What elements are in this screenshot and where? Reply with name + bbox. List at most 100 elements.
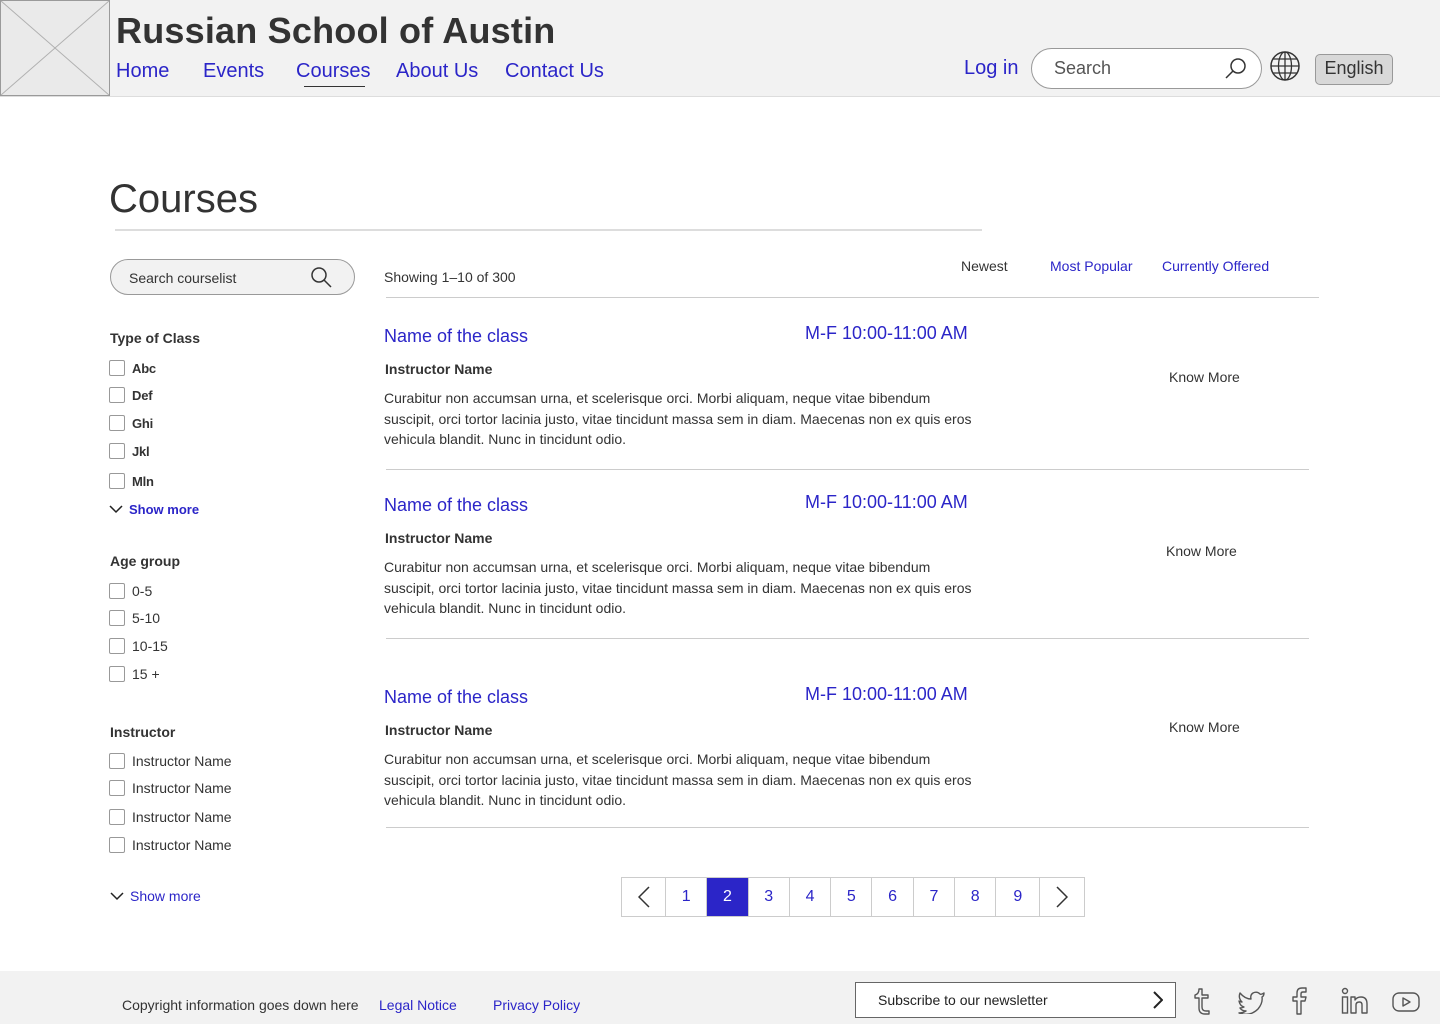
listing-divider — [386, 297, 1319, 298]
course-description: Curabitur non accumsan urna, et sceleris… — [384, 559, 972, 616]
pagination-page[interactable]: 7 — [913, 878, 956, 916]
course-time: M-F 10:00-11:00 AM — [805, 492, 968, 512]
logo-placeholder[interactable] — [0, 0, 110, 96]
nav-events[interactable]: Events — [203, 60, 264, 83]
course-instructor: Instructor Name — [385, 361, 493, 377]
checkbox[interactable] — [109, 387, 125, 403]
pagination-page[interactable]: 5 — [831, 878, 873, 916]
checkbox[interactable] — [109, 837, 125, 853]
chevron-left-icon — [637, 886, 650, 908]
checkbox[interactable] — [109, 666, 125, 682]
course-description: Curabitur non accumsan urna, et sceleris… — [384, 390, 972, 447]
site-header: Russian School of Austin Home Events Cou… — [0, 0, 1440, 97]
pagination-page[interactable]: 9 — [996, 878, 1041, 916]
pagination-page[interactable]: 1 — [666, 878, 708, 916]
checkbox[interactable] — [109, 360, 125, 376]
filter-age-option[interactable]: 5-10 — [109, 609, 160, 627]
checkbox[interactable] — [109, 780, 125, 796]
filter-age-option[interactable]: 0-5 — [109, 582, 152, 600]
tumblr-icon[interactable] — [1192, 987, 1212, 1015]
chevron-right-icon — [1056, 886, 1069, 908]
nav-courses[interactable]: Courses — [296, 60, 370, 83]
search-icon[interactable] — [1224, 57, 1248, 81]
globe-icon[interactable] — [1269, 50, 1301, 82]
pagination: 1 2 3 4 5 6 7 8 9 — [621, 877, 1086, 917]
pagination-page[interactable]: 3 — [748, 878, 790, 916]
course-divider — [386, 827, 1309, 828]
checkbox[interactable] — [109, 753, 125, 769]
filter-instructor-option[interactable]: Instructor Name — [109, 752, 232, 770]
course-search-input[interactable] — [129, 268, 299, 288]
pagination-page[interactable]: 8 — [955, 878, 997, 916]
privacy-policy-link[interactable]: Privacy Policy — [493, 997, 580, 1013]
pagination-next[interactable] — [1040, 878, 1085, 916]
page-title: Courses — [109, 177, 258, 221]
know-more-link[interactable]: Know More — [1169, 369, 1240, 385]
sort-tab-currently-offered[interactable]: Currently Offered — [1162, 258, 1269, 274]
title-divider — [115, 229, 982, 231]
pagination-page[interactable]: 6 — [872, 878, 914, 916]
course-name-link[interactable]: Name of the class — [384, 326, 528, 347]
chevron-down-icon — [109, 505, 123, 514]
know-more-link[interactable]: Know More — [1166, 543, 1237, 559]
filter-instructor-option[interactable]: Instructor Name — [109, 779, 232, 797]
newsletter-subscribe-button[interactable]: Subscribe to our newsletter — [855, 982, 1176, 1018]
checkbox[interactable] — [109, 638, 125, 654]
filter-instructor-option[interactable]: Instructor Name — [109, 836, 232, 854]
chevron-right-icon — [1153, 991, 1163, 1009]
course-search — [110, 259, 355, 295]
course-instructor: Instructor Name — [385, 722, 493, 738]
nav-contact-us[interactable]: Contact Us — [505, 60, 604, 83]
course-divider — [386, 638, 1309, 639]
filter-type-option[interactable]: Jkl — [109, 442, 150, 460]
filter-heading-age: Age group — [110, 553, 180, 569]
language-button[interactable]: English — [1315, 54, 1393, 85]
search-icon[interactable] — [309, 265, 333, 289]
course-time: M-F 10:00-11:00 AM — [805, 323, 968, 343]
course-divider — [386, 469, 1309, 470]
filter-heading-type: Type of Class — [110, 330, 200, 346]
site-title: Russian School of Austin — [116, 10, 556, 51]
nav-home[interactable]: Home — [116, 60, 169, 83]
course-instructor: Instructor Name — [385, 530, 493, 546]
sort-tab-most-popular[interactable]: Most Popular — [1050, 258, 1132, 274]
nav-about-us[interactable]: About Us — [396, 60, 478, 83]
login-link[interactable]: Log in — [964, 57, 1019, 80]
checkbox[interactable] — [109, 809, 125, 825]
filter-age-option[interactable]: 15 + — [109, 665, 160, 683]
nav-active-underline — [304, 86, 365, 87]
checkbox[interactable] — [109, 415, 125, 431]
twitter-icon[interactable] — [1238, 990, 1266, 1014]
checkbox[interactable] — [109, 443, 125, 459]
course-name-link[interactable]: Name of the class — [384, 687, 528, 708]
chevron-down-icon — [110, 891, 124, 900]
instructor-show-more-link[interactable]: Show more — [110, 888, 201, 904]
copyright-text: Copyright information goes down here — [122, 997, 359, 1013]
pagination-prev[interactable] — [622, 878, 666, 916]
sort-tab-newest[interactable]: Newest — [961, 258, 1008, 274]
pagination-page-current[interactable]: 2 — [707, 878, 749, 916]
filter-type-option[interactable]: Ghi — [109, 414, 153, 432]
filter-heading-instructor: Instructor — [110, 724, 176, 740]
results-count: Showing 1–10 of 300 — [384, 269, 516, 285]
course-description: Curabitur non accumsan urna, et sceleris… — [384, 751, 972, 808]
facebook-icon[interactable] — [1292, 987, 1308, 1015]
linkedin-icon[interactable] — [1341, 987, 1369, 1015]
checkbox[interactable] — [109, 610, 125, 626]
know-more-link[interactable]: Know More — [1169, 719, 1240, 735]
site-search — [1031, 48, 1262, 89]
course-name-link[interactable]: Name of the class — [384, 495, 528, 516]
filter-type-option[interactable]: Mln — [109, 472, 154, 490]
type-show-more-link[interactable]: Show more — [109, 502, 199, 517]
checkbox[interactable] — [109, 583, 125, 599]
legal-notice-link[interactable]: Legal Notice — [379, 997, 457, 1013]
filter-type-option[interactable]: Def — [109, 386, 153, 404]
newsletter-label: Subscribe to our newsletter — [878, 992, 1048, 1008]
checkbox[interactable] — [109, 473, 125, 489]
pagination-page[interactable]: 4 — [789, 878, 832, 916]
filter-type-option[interactable]: Abc — [109, 359, 156, 377]
youtube-icon[interactable] — [1392, 991, 1420, 1013]
search-input[interactable] — [1054, 56, 1214, 80]
filter-age-option[interactable]: 10-15 — [109, 637, 168, 655]
filter-instructor-option[interactable]: Instructor Name — [109, 808, 232, 826]
